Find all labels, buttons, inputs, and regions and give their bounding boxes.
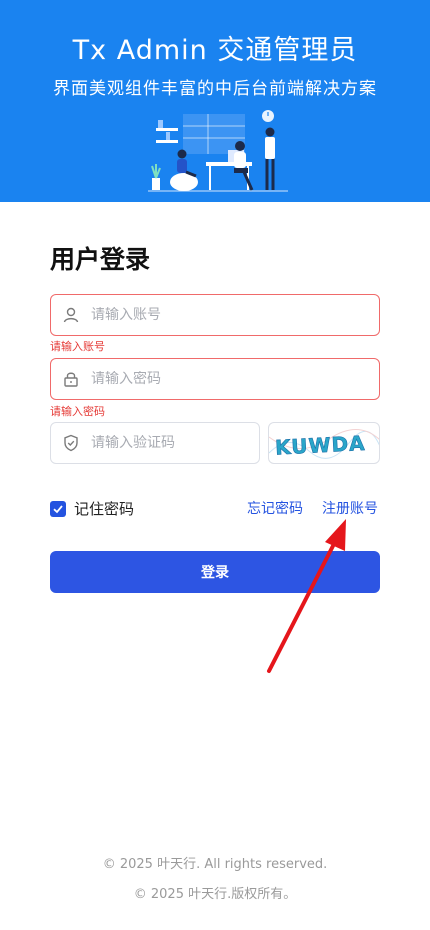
checkbox-checked-icon xyxy=(50,500,66,517)
shield-check-icon xyxy=(51,434,91,452)
hero-banner: Tx Admin 交通管理员 界面美观组件丰富的中后台前端解决方案 xyxy=(0,0,430,202)
copyright-english: © 2025 叶天行. All rights reserved. xyxy=(102,857,328,872)
account-error: 请输入账号 xyxy=(50,340,105,353)
app-subtitle: 界面美观组件丰富的中后台前端解决方案 xyxy=(53,79,377,99)
remember-password-checkbox[interactable]: 记住密码 xyxy=(50,498,134,519)
password-error: 请输入密码 xyxy=(50,405,105,418)
captcha-field[interactable] xyxy=(50,422,260,464)
password-input[interactable] xyxy=(91,371,351,387)
captcha-text: KUWDA xyxy=(274,431,366,460)
password-field[interactable] xyxy=(50,358,380,400)
office-illustration xyxy=(148,110,288,192)
copyright-chinese: © 2025 叶天行.版权所有。 xyxy=(133,887,297,902)
user-icon xyxy=(51,306,91,324)
captcha-image[interactable]: KUWDA xyxy=(268,422,380,464)
lock-icon xyxy=(51,370,91,388)
account-input[interactable] xyxy=(91,307,351,323)
forgot-password-link[interactable]: 忘记密码 xyxy=(247,498,303,518)
register-account-link[interactable]: 注册账号 xyxy=(322,498,378,518)
captcha-input[interactable] xyxy=(91,435,241,451)
app-title: Tx Admin 交通管理员 xyxy=(72,35,358,66)
login-button[interactable]: 登录 xyxy=(50,551,380,593)
remember-password-label: 记住密码 xyxy=(74,500,135,518)
account-field[interactable] xyxy=(50,294,380,336)
login-heading: 用户登录 xyxy=(50,245,151,274)
